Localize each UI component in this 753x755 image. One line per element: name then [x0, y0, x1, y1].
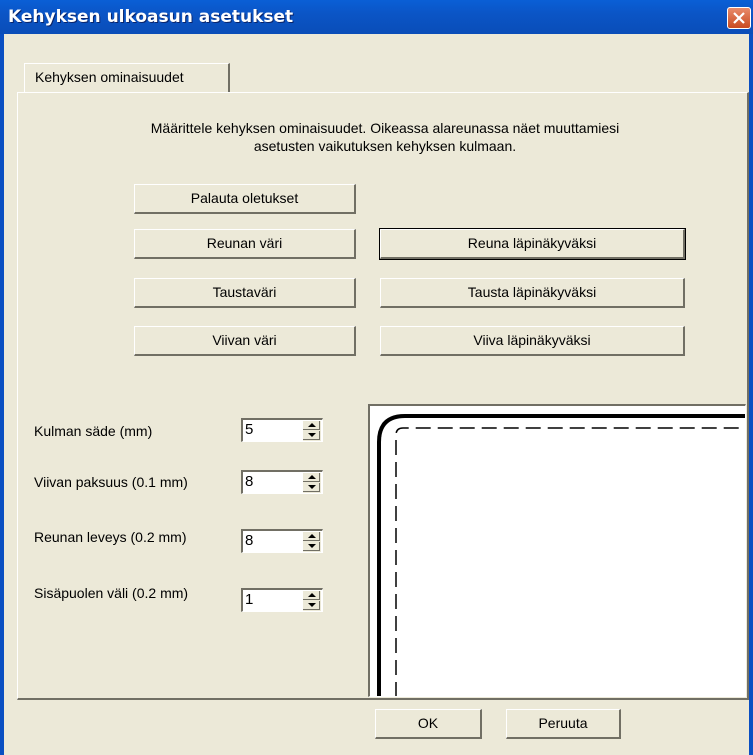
spin-up-button[interactable] — [303, 532, 320, 541]
corner-radius-label: Kulman säde (mm) — [34, 423, 153, 439]
arrow-up-icon — [308, 593, 316, 597]
arrow-down-icon — [308, 485, 316, 489]
spin-down-button[interactable] — [303, 542, 320, 551]
spin-down-button[interactable] — [303, 601, 320, 610]
border-width-value: 8 — [245, 532, 254, 549]
tab-label: Kehyksen ominaisuudet — [35, 69, 184, 85]
ok-button[interactable]: OK — [375, 709, 482, 739]
border-width-spinner[interactable]: 8 — [241, 529, 323, 553]
description-text: Määrittele kehyksen ominaisuudet. Oikeas… — [60, 119, 710, 155]
tab-frame-properties[interactable]: Kehyksen ominaisuudet — [24, 63, 230, 92]
close-button[interactable] — [727, 7, 751, 29]
line-thickness-value: 8 — [245, 473, 254, 490]
inner-spacing-arrows[interactable] — [302, 591, 321, 611]
frame-corner-preview — [368, 404, 746, 697]
border-width-label: Reunan leveys (0.2 mm) — [34, 529, 187, 545]
spin-down-button[interactable] — [303, 431, 320, 440]
arrow-down-icon — [308, 433, 316, 437]
arrow-up-icon — [308, 423, 316, 427]
title-bar: Kehyksen ulkoasun asetukset — [0, 0, 753, 34]
spin-down-button[interactable] — [303, 483, 320, 492]
arrow-down-icon — [308, 603, 316, 607]
inner-spacing-spinner[interactable]: 1 — [241, 588, 323, 612]
arrow-up-icon — [308, 475, 316, 479]
inner-spacing-value: 1 — [245, 591, 254, 608]
border-transparent-button[interactable]: Reuna läpinäkyväksi — [379, 228, 686, 260]
close-icon — [733, 12, 745, 24]
cancel-button[interactable]: Peruuta — [506, 709, 621, 739]
window-border-left — [0, 34, 4, 755]
line-thickness-spinner[interactable]: 8 — [241, 470, 323, 494]
line-thickness-label: Viivan paksuus (0.1 mm) — [34, 474, 188, 490]
line-transparent-button[interactable]: Viiva läpinäkyväksi — [380, 326, 685, 356]
line-color-button[interactable]: Viivan väri — [134, 326, 356, 356]
arrow-down-icon — [308, 544, 316, 548]
arrow-up-icon — [308, 534, 316, 538]
background-transparent-button[interactable]: Tausta läpinäkyväksi — [380, 278, 685, 308]
corner-radius-arrows[interactable] — [302, 421, 321, 441]
inner-spacing-label: Sisäpuolen väli (0.2 mm) — [34, 585, 189, 601]
border-color-button[interactable]: Reunan väri — [134, 229, 356, 259]
restore-defaults-button[interactable]: Palauta oletukset — [134, 184, 356, 214]
corner-radius-spinner[interactable]: 5 — [241, 418, 323, 442]
spin-up-button[interactable] — [303, 591, 320, 600]
corner-radius-value: 5 — [245, 421, 254, 438]
background-color-button[interactable]: Taustaväri — [134, 278, 356, 308]
spin-up-button[interactable] — [303, 473, 320, 482]
border-width-arrows[interactable] — [302, 532, 321, 552]
description-line-1: Määrittele kehyksen ominaisuudet. Oikeas… — [150, 120, 620, 136]
window-border-right — [749, 34, 753, 755]
line-thickness-arrows[interactable] — [302, 473, 321, 493]
spin-up-button[interactable] — [303, 421, 320, 430]
frame-corner-drawing — [377, 414, 745, 696]
window-title: Kehyksen ulkoasun asetukset — [8, 7, 294, 27]
description-line-2: asetusten vaikutuksen kehyksen kulmaan. — [253, 138, 517, 154]
